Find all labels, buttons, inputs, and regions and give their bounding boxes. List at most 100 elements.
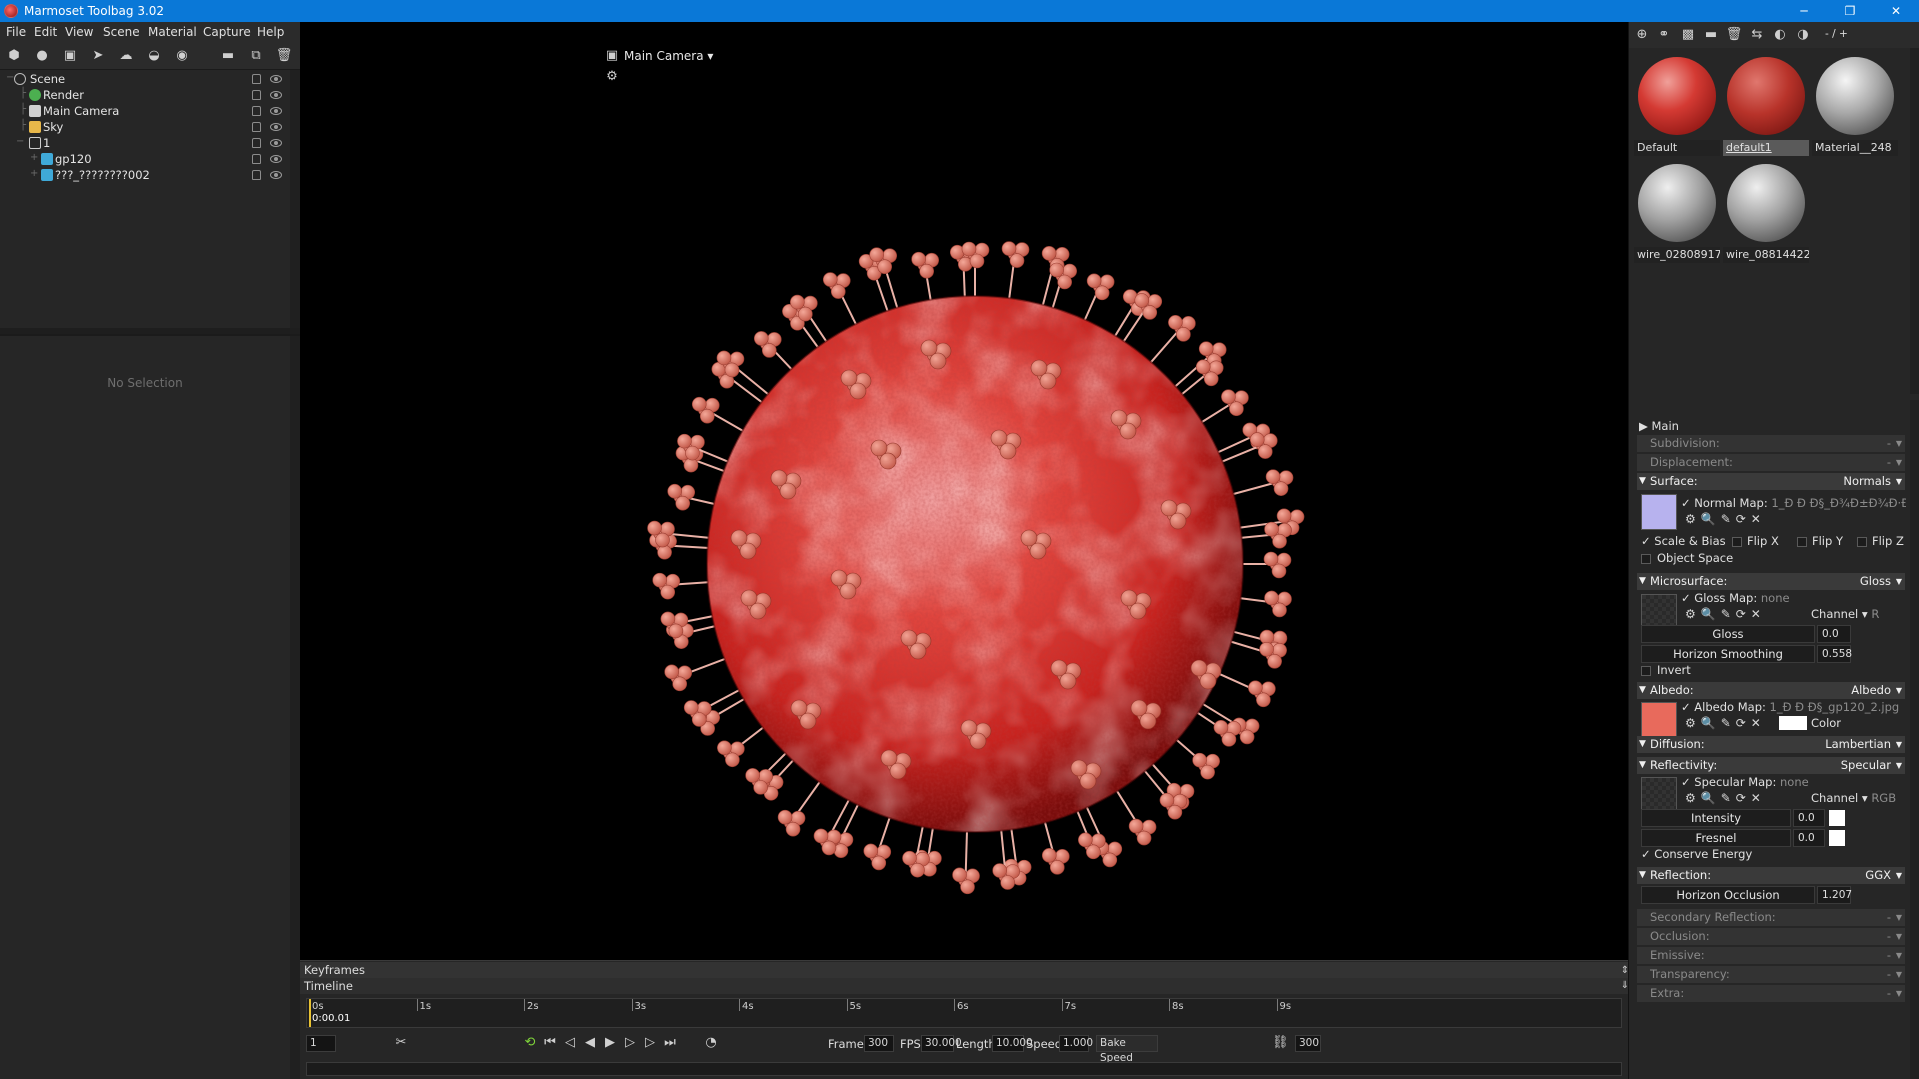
albedo-section[interactable]: ▼ Albedo: Albedo ▼ xyxy=(1637,682,1905,699)
main-section[interactable]: ▶ Main xyxy=(1639,419,1679,433)
tree-item-main-camera[interactable]: ├ Main Camera xyxy=(0,103,290,119)
gloss-slider[interactable]: Gloss xyxy=(1641,625,1815,643)
sync-icon[interactable]: ◐ xyxy=(1771,26,1789,44)
material-thumb-default[interactable]: Default xyxy=(1634,53,1720,157)
timeline-ruler[interactable]: 0s 1s 2s 3s 4s 5s 6s 7s 8s 9s 0:00.01 xyxy=(306,998,1622,1028)
tree-item-scene[interactable]: − Scene xyxy=(0,71,290,87)
albedo-map-swatch[interactable] xyxy=(1641,702,1677,738)
intensity-value[interactable]: 0.0 xyxy=(1793,809,1825,827)
minimize-button[interactable]: ─ xyxy=(1781,0,1827,22)
tree-item-mesh-002[interactable]: + ???_????????002 xyxy=(0,167,290,183)
lock-icon[interactable] xyxy=(252,154,261,164)
material-thumb-wire-088144225[interactable]: wire_088144225 xyxy=(1723,160,1809,264)
camera-dropdown[interactable]: Main Camera ▾ xyxy=(624,49,713,63)
gloss-value[interactable]: 0.0 xyxy=(1817,625,1851,643)
current-frame-field[interactable]: 1 xyxy=(306,1035,336,1052)
link-icon[interactable]: ⛓ xyxy=(1272,1035,1289,1051)
step-back-icon[interactable]: ◀ xyxy=(582,1035,598,1051)
visibility-icon[interactable] xyxy=(270,139,282,147)
specular-channel-dropdown[interactable]: Channel ▾ RGB xyxy=(1811,791,1896,805)
tree-item-render[interactable]: ├ Render xyxy=(0,87,290,103)
loop-icon[interactable]: ⟲ xyxy=(522,1035,538,1051)
transparency-row[interactable]: Transparency: - ▼ xyxy=(1637,966,1905,983)
material-thumb-material-248[interactable]: Material__248 xyxy=(1812,53,1898,157)
specular-map-tools[interactable]: ⚙🔍✎⟳✕ xyxy=(1685,791,1766,805)
export-icon[interactable]: ◑ xyxy=(1794,26,1812,44)
end-frame-field[interactable]: 300 xyxy=(1295,1035,1321,1052)
diffusion-section[interactable]: ▼ Diffusion: Lambertian ▼ xyxy=(1637,736,1905,753)
page-indicator[interactable]: - / + xyxy=(1825,28,1848,40)
timeline-scrubber[interactable] xyxy=(306,1062,1622,1076)
invert-checkbox[interactable] xyxy=(1641,666,1651,676)
speed-icon[interactable]: ◔ xyxy=(703,1035,719,1051)
gloss-map-tools[interactable]: ⚙🔍✎⟳✕ xyxy=(1685,607,1766,621)
menu-file[interactable]: File xyxy=(6,25,26,39)
normal-map-swatch[interactable] xyxy=(1641,494,1677,530)
lock-icon[interactable] xyxy=(252,170,261,180)
surface-section[interactable]: ▼ Surface: Normals ▼ xyxy=(1637,473,1905,490)
lock-icon[interactable] xyxy=(252,138,261,148)
material-thumb-wire-028089177[interactable]: wire_028089177 xyxy=(1634,160,1720,264)
fresnel-color-swatch[interactable] xyxy=(1829,830,1845,846)
bake-speed-button[interactable]: Bake Speed xyxy=(1096,1035,1158,1064)
add-turntable-icon[interactable]: ➤ xyxy=(89,47,107,65)
object-space-checkbox[interactable] xyxy=(1641,554,1651,564)
frames-field[interactable]: 300 xyxy=(864,1035,894,1052)
trash-icon[interactable]: 🗑 xyxy=(1725,26,1743,44)
emissive-row[interactable]: Emissive: - ▼ xyxy=(1637,947,1905,964)
lock-icon[interactable] xyxy=(252,122,261,132)
tree-item-group-1[interactable]: − 1 xyxy=(0,135,290,151)
visibility-icon[interactable] xyxy=(270,171,282,179)
speed-field[interactable]: 1.000 xyxy=(1059,1035,1093,1052)
reflectivity-section[interactable]: ▼ Reflectivity: Specular ▼ xyxy=(1637,757,1905,774)
length-field[interactable]: 10.000 xyxy=(992,1035,1033,1052)
close-button[interactable]: ✕ xyxy=(1873,0,1919,22)
displacement-row[interactable]: Displacement: - ▼ xyxy=(1637,454,1905,471)
tree-item-gp120[interactable]: + gp120 xyxy=(0,151,290,167)
flip-z-checkbox[interactable] xyxy=(1857,537,1867,547)
new-material-icon[interactable]: ⊕ xyxy=(1633,26,1651,44)
restore-button[interactable]: ❐ xyxy=(1827,0,1873,22)
tree-item-sky[interactable]: ├ Sky xyxy=(0,119,290,135)
flip-y-checkbox[interactable] xyxy=(1797,537,1807,547)
checker-icon[interactable]: ▩ xyxy=(1679,26,1697,44)
albedo-map-tools[interactable]: ⚙🔍✎⟳✕ xyxy=(1685,716,1766,730)
conserve-energy-checkbox[interactable]: ✓ Conserve Energy xyxy=(1641,847,1752,861)
material-library-scrollbar[interactable] xyxy=(1910,48,1919,394)
visibility-icon[interactable] xyxy=(270,123,282,131)
intensity-slider[interactable]: Intensity xyxy=(1641,809,1791,827)
lock-icon[interactable] xyxy=(252,74,261,84)
menu-view[interactable]: View xyxy=(65,25,93,39)
step-forward-icon[interactable]: ▷ xyxy=(622,1035,638,1051)
horizon-occlusion-value[interactable]: 1.207 xyxy=(1817,886,1852,904)
microsurface-section[interactable]: ▼ Microsurface: Gloss ▼ xyxy=(1637,573,1905,590)
duplicate-material-icon[interactable]: ⚭ xyxy=(1655,26,1673,44)
material-thumb-default1[interactable]: default1 xyxy=(1723,53,1809,157)
scale-bias-checkbox[interactable]: ✓ Scale & Bias xyxy=(1641,534,1726,548)
add-light-icon[interactable]: ● xyxy=(33,47,51,65)
prev-key-icon[interactable]: ◁ xyxy=(562,1035,578,1051)
subdivision-row[interactable]: Subdivision: - ▼ xyxy=(1637,435,1905,452)
import-folder-icon[interactable]: ▬ xyxy=(219,47,237,65)
lock-icon[interactable] xyxy=(252,106,261,116)
horizon-occlusion-slider[interactable]: Horizon Occlusion xyxy=(1641,886,1815,904)
reflection-section[interactable]: ▼ Reflection: GGX ▼ xyxy=(1637,867,1905,884)
fps-field[interactable]: 30.000 xyxy=(921,1035,962,1052)
visibility-icon[interactable] xyxy=(270,107,282,115)
add-sky-icon[interactable]: ◉ xyxy=(173,47,191,65)
specular-map-swatch[interactable] xyxy=(1641,777,1677,813)
duplicate-icon[interactable]: ⧉ xyxy=(247,47,265,65)
visibility-icon[interactable] xyxy=(270,155,282,163)
scene-scrollbar[interactable] xyxy=(290,70,300,328)
assign-icon[interactable]: ⇆ xyxy=(1748,26,1766,44)
intensity-color-swatch[interactable] xyxy=(1829,810,1845,826)
timeline-header[interactable]: Timeline xyxy=(300,978,1628,994)
skip-end-icon[interactable]: ⏭ xyxy=(662,1035,678,1051)
secondary-reflection-row[interactable]: Secondary Reflection: - ▼ xyxy=(1637,909,1905,926)
add-shadow-catcher-icon[interactable]: ◒ xyxy=(145,47,163,65)
flip-x-checkbox[interactable] xyxy=(1732,537,1742,547)
lock-icon[interactable] xyxy=(252,90,261,100)
gloss-channel-dropdown[interactable]: Channel ▾ R xyxy=(1811,607,1879,621)
add-fog-icon[interactable]: ☁ xyxy=(117,47,135,65)
occlusion-row[interactable]: Occlusion: - ▼ xyxy=(1637,928,1905,945)
